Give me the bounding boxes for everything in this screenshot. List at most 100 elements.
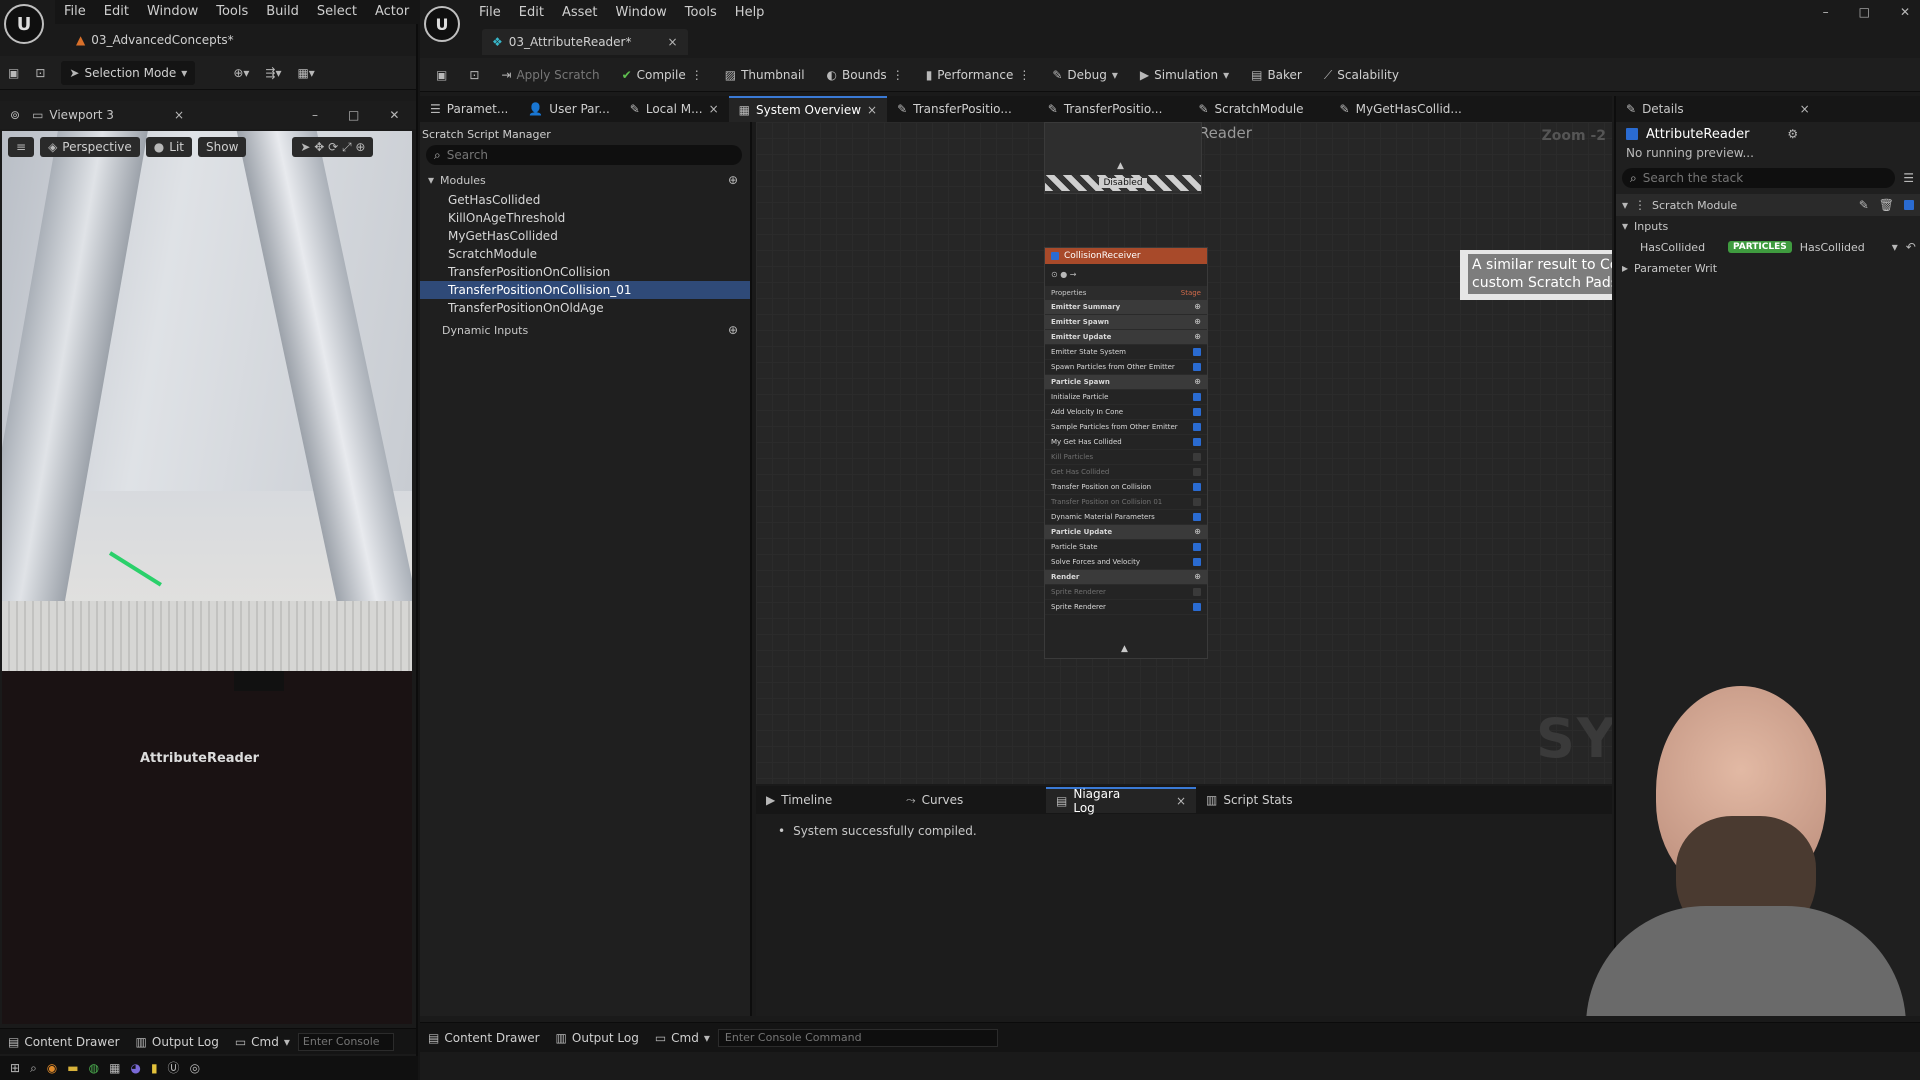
minimize-icon[interactable]: – xyxy=(312,109,318,121)
row-enable-checkbox[interactable] xyxy=(1193,513,1201,521)
add-module-icon[interactable]: ⊕ xyxy=(1194,333,1201,341)
module-item[interactable]: MyGetHasCollided xyxy=(420,227,750,245)
viewport-tab[interactable]: ▭ Viewport 3 xyxy=(32,108,114,122)
unreal-taskbar-icon[interactable]: Ⓤ xyxy=(168,1062,180,1074)
menu-asset[interactable]: Asset xyxy=(553,1,607,25)
grid-icon[interactable]: ▦ xyxy=(109,1062,120,1074)
node-stack-section[interactable]: Particle Update ⊕ xyxy=(1045,525,1207,540)
gizmo-arrow[interactable] xyxy=(108,551,162,587)
maximize-icon[interactable]: □ xyxy=(1859,6,1870,18)
close-icon[interactable]: × xyxy=(1800,103,1810,115)
node-stack-row[interactable]: Kill Particles xyxy=(1045,450,1207,465)
node-stack-section[interactable]: Emitter Update ⊕ xyxy=(1045,330,1207,345)
menu-edit[interactable]: Edit xyxy=(510,1,553,25)
system-overview-graph[interactable]: 03_AttributeReader Zoom -2 ▲ Disabled Co… xyxy=(756,122,1612,784)
thumbnail-icon[interactable]: ⊙ ● → xyxy=(1051,271,1076,279)
level-tab[interactable]: ▲ 03_AdvancedConcepts* xyxy=(66,27,244,53)
row-enable-checkbox[interactable] xyxy=(1193,603,1201,611)
console-input[interactable] xyxy=(717,1028,998,1047)
row-enable-checkbox[interactable] xyxy=(1193,588,1201,596)
cinematics-button[interactable]: ▦▾ xyxy=(289,61,322,85)
close-window-icon[interactable]: ✕ xyxy=(389,109,399,121)
cmd-dropdown[interactable]: ▭ Cmd ▾ xyxy=(647,1026,718,1050)
details-tab[interactable]: ✎ Details × xyxy=(1616,96,1920,122)
stack-search-box[interactable]: ⌕ xyxy=(1622,168,1896,188)
compile-button[interactable]: ✔ Compile ⋮ xyxy=(614,63,711,87)
output-log-button[interactable]: ▥ Output Log xyxy=(128,1030,227,1054)
blueprint-button[interactable]: ⇶▾ xyxy=(257,61,289,85)
dynamic-inputs-header[interactable]: Dynamic Inputs ⊕ xyxy=(420,319,750,341)
close-icon[interactable]: × xyxy=(1176,795,1186,807)
module-item[interactable]: ScratchModule xyxy=(420,245,750,263)
scratch-search-box[interactable]: ⌕ xyxy=(426,145,742,165)
scratch-search-input[interactable] xyxy=(446,148,707,162)
expand-icon[interactable]: ▲ xyxy=(1117,161,1124,171)
tab-script-stats[interactable]: ▥ Script Stats xyxy=(1196,787,1303,813)
menu-build[interactable]: Build xyxy=(257,0,308,24)
node-stack-row[interactable]: Sprite Renderer xyxy=(1045,585,1207,600)
notes-icon[interactable]: ▮ xyxy=(151,1062,158,1074)
add-module-icon[interactable]: ⊕ xyxy=(1194,573,1201,581)
windows-icon[interactable]: ⊞ xyxy=(10,1062,20,1074)
module-item[interactable]: TransferPositionOnOldAge xyxy=(420,299,750,317)
close-icon[interactable]: × xyxy=(709,103,719,115)
menu-actor[interactable]: Actor xyxy=(366,0,418,24)
content-drawer-button[interactable]: ▤ Content Drawer xyxy=(420,1026,548,1050)
tab-local-modules[interactable]: ✎ Local M... × xyxy=(620,96,729,122)
row-enable-checkbox[interactable] xyxy=(1193,438,1201,446)
node-properties-row[interactable]: Properties Stage xyxy=(1045,286,1207,300)
inputs-header[interactable]: ▾ Inputs xyxy=(1616,216,1920,236)
add-actor-button[interactable]: ⊕▾ xyxy=(225,61,257,85)
node-stack-row[interactable]: Emitter State System xyxy=(1045,345,1207,360)
viewport-menu-button[interactable]: ≡ xyxy=(8,137,35,157)
comment-box[interactable]: A similar result to Collision Events can… xyxy=(1460,250,1612,300)
menu-tools[interactable]: Tools xyxy=(207,0,257,24)
has-collided-input-row[interactable]: HasCollided PARTICLES HasCollided ▾ ↶ xyxy=(1616,236,1920,258)
tab-curves[interactable]: ⤳ Curves xyxy=(896,787,1046,813)
close-icon[interactable]: × xyxy=(174,109,184,121)
menu-file[interactable]: File xyxy=(470,1,510,25)
tab-transfer-position-1[interactable]: ✎ TransferPositio... xyxy=(887,96,1022,122)
node-stack-section[interactable]: Emitter Spawn ⊕ xyxy=(1045,315,1207,330)
edit-icon[interactable]: ✎ xyxy=(1859,199,1869,211)
emitter-enable-checkbox[interactable] xyxy=(1626,128,1638,140)
menu-help[interactable]: Help xyxy=(726,1,774,25)
module-item[interactable]: GetHasCollided xyxy=(420,191,750,209)
gear-icon[interactable]: ⚙ xyxy=(1787,128,1798,140)
output-log-button[interactable]: ▥ Output Log xyxy=(548,1026,647,1050)
add-module-icon[interactable]: ⊕ xyxy=(728,174,738,186)
menu-window[interactable]: Window xyxy=(138,0,207,24)
disabled-emitter-node[interactable]: ▲ Disabled xyxy=(1044,122,1202,194)
row-enable-checkbox[interactable] xyxy=(1193,423,1201,431)
row-enable-checkbox[interactable] xyxy=(1193,468,1201,476)
node-stack-row[interactable]: Particle State xyxy=(1045,540,1207,555)
parameter-writes-header[interactable]: ▸ Parameter Writ xyxy=(1616,258,1920,278)
node-stack-row[interactable]: Emitter Summary ⊕ xyxy=(1045,300,1207,315)
row-enable-checkbox[interactable] xyxy=(1193,558,1201,566)
node-stack-row[interactable]: Dynamic Material Parameters xyxy=(1045,510,1207,525)
node-stack-row[interactable]: Add Velocity In Cone xyxy=(1045,405,1207,420)
collapse-icon[interactable]: ▲ xyxy=(1121,644,1128,654)
menu-window[interactable]: Window xyxy=(607,1,676,25)
node-stack-row[interactable]: My Get Has Collided xyxy=(1045,435,1207,450)
scratch-module-row[interactable]: ▾ ⋮ Scratch Module ✎ 🗑 xyxy=(1616,194,1920,216)
node-stack-row[interactable]: Sprite Renderer xyxy=(1045,600,1207,615)
minimize-icon[interactable]: – xyxy=(1823,6,1829,18)
collision-receiver-node[interactable]: CollisionReceiver ⊙ ● → Properties Stage… xyxy=(1044,247,1208,659)
firefox-icon[interactable]: ◉ xyxy=(47,1062,57,1074)
save-button[interactable]: ▣ xyxy=(0,61,27,85)
menu-select[interactable]: Select xyxy=(308,0,366,24)
transform-tools[interactable]: ➤ ✥ ⟳ ⤢ ⊕ xyxy=(292,137,374,157)
trash-icon[interactable]: 🗑 xyxy=(1879,199,1894,211)
chrome-icon[interactable]: ◍ xyxy=(89,1062,99,1074)
add-module-icon[interactable]: ⊕ xyxy=(1194,303,1201,311)
node-stack-row[interactable]: Initialize Particle xyxy=(1045,390,1207,405)
world-text-label[interactable]: AttributeReader xyxy=(140,751,259,766)
menu-file[interactable]: File xyxy=(55,0,95,24)
perspective-button[interactable]: ◈ Perspective xyxy=(40,137,140,157)
tab-system-overview[interactable]: ▦ System Overview × xyxy=(728,96,888,122)
console-input[interactable] xyxy=(297,1032,394,1051)
row-enable-checkbox[interactable] xyxy=(1193,543,1201,551)
show-button[interactable]: Show xyxy=(198,137,247,157)
node-stack-row[interactable]: Sample Particles from Other Emitter xyxy=(1045,420,1207,435)
